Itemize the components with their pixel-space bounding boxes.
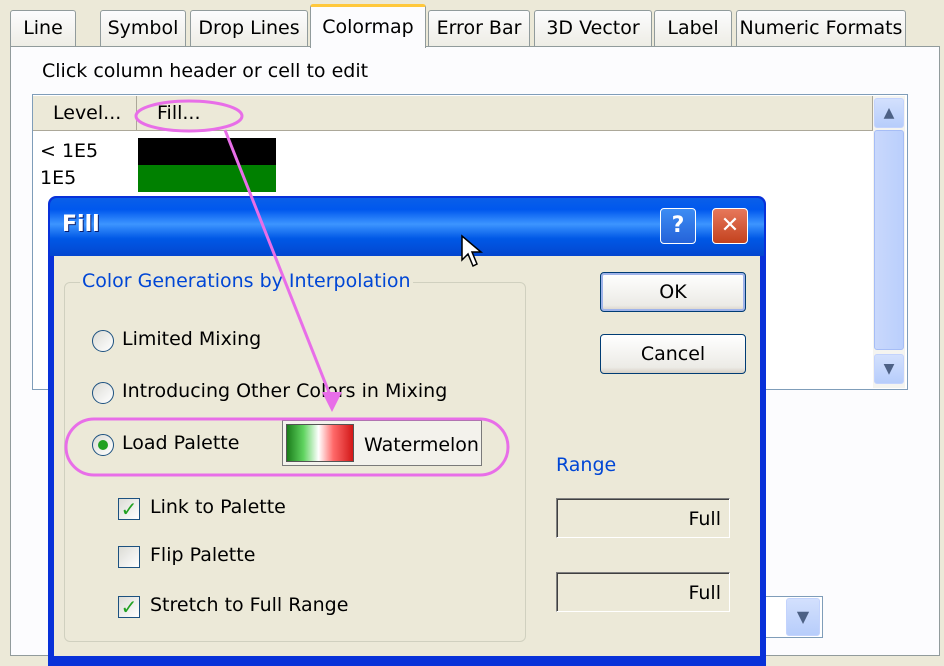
palette-name: Watermelon	[364, 434, 479, 456]
help-button[interactable]: ?	[660, 208, 696, 244]
tab-drop-lines[interactable]: Drop Lines	[190, 10, 308, 46]
grid-row-fill-swatch[interactable]	[138, 165, 276, 192]
scroll-down-icon[interactable]: ▼	[874, 354, 904, 384]
grid-row-level[interactable]: < 1E5	[40, 140, 98, 162]
close-button[interactable]: ✕	[712, 208, 748, 244]
radio-other-colors-label[interactable]: Introducing Other Colors in Mixing	[122, 380, 447, 402]
checkbox-flip-palette[interactable]	[118, 546, 140, 568]
column-header-level[interactable]: Level...	[33, 96, 137, 130]
tab-symbol[interactable]: Symbol	[100, 10, 186, 46]
range-min-field[interactable]: Full	[556, 498, 730, 538]
column-header-fill[interactable]: Fill...	[137, 96, 873, 130]
tab-error-bar[interactable]: Error Bar	[428, 10, 530, 46]
interpolation-group-title: Color Generations by Interpolation	[80, 270, 413, 292]
radio-load-palette[interactable]	[92, 434, 114, 456]
range-title: Range	[556, 454, 617, 476]
grid-row-level[interactable]: 1E5	[40, 167, 76, 189]
tab-numeric-formats[interactable]: Numeric Formats	[736, 10, 906, 46]
checkbox-flip-palette-label[interactable]: Flip Palette	[150, 544, 255, 566]
tab-bar: Line Symbol Drop Lines Colormap Error Ba…	[0, 0, 944, 50]
grid-row-fill-swatch[interactable]	[138, 138, 276, 165]
scroll-up-icon[interactable]: ▲	[874, 98, 904, 128]
grid-header: Level... Fill...	[33, 96, 873, 131]
radio-limited-mixing[interactable]	[92, 330, 114, 352]
dialog-title: Fill	[62, 212, 100, 237]
chevron-down-icon[interactable]: ▼	[786, 598, 820, 636]
tab-colormap[interactable]: Colormap	[310, 4, 426, 48]
ok-button[interactable]: OK	[600, 272, 746, 312]
tab-line[interactable]: Line	[10, 10, 76, 46]
range-max-field[interactable]: Full	[556, 572, 730, 612]
fill-dialog-titlebar[interactable]: Fill ? ✕	[50, 198, 764, 256]
checkbox-stretch-full-range[interactable]: ✓	[118, 596, 140, 618]
grid-vertical-scrollbar[interactable]: ▲ ▼	[873, 96, 905, 388]
scroll-thumb[interactable]	[874, 130, 904, 350]
radio-load-palette-label[interactable]: Load Palette	[122, 432, 239, 454]
mouse-cursor-icon	[461, 234, 484, 268]
edit-hint: Click column header or cell to edit	[42, 60, 369, 82]
radio-limited-mixing-label[interactable]: Limited Mixing	[122, 328, 261, 350]
tab-label[interactable]: Label	[654, 10, 732, 46]
checkbox-link-to-palette[interactable]: ✓	[118, 498, 140, 520]
tab-3d-vector[interactable]: 3D Vector	[534, 10, 652, 46]
cancel-button[interactable]: Cancel	[600, 334, 746, 374]
checkbox-stretch-full-range-label[interactable]: Stretch to Full Range	[150, 594, 348, 616]
radio-other-colors[interactable]	[92, 382, 114, 404]
checkbox-link-to-palette-label[interactable]: Link to Palette	[150, 496, 286, 518]
palette-preview	[286, 424, 354, 462]
